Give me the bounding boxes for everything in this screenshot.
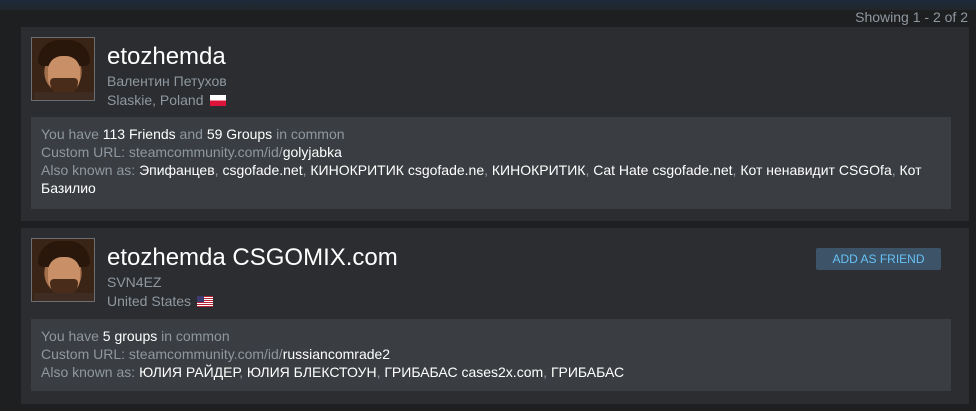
common-info-box: You have 113 Friends and 59 Groups in co…	[31, 117, 951, 209]
common-info-box: You have 5 groups in common Custom URL: …	[31, 319, 951, 391]
location-text: Slaskie, Poland	[107, 92, 204, 108]
real-name: Валентин Петухов	[107, 73, 227, 89]
persona-name[interactable]: etozhemda CSGOMIX.com	[107, 244, 398, 272]
custom-url-id: golyjabka	[282, 144, 342, 160]
us-flag-icon	[197, 295, 214, 307]
avatar[interactable]	[31, 37, 95, 101]
search-result-card: etozhemda Валентин Петухов Slaskie, Pola…	[21, 27, 969, 221]
search-result-card: etozhemda CSGOMIX.com SVN4EZ United Stat…	[21, 228, 969, 404]
real-name: SVN4EZ	[107, 274, 162, 290]
aka-line: Also known as: ЮЛИЯ РАЙДЕР, ЮЛИЯ БЛЕКСТО…	[41, 364, 625, 380]
location-text: United States	[107, 293, 192, 309]
location: United States	[107, 293, 214, 309]
avatar[interactable]	[31, 238, 95, 302]
top-bar	[0, 0, 976, 10]
in-common-line: You have 113 Friends and 59 Groups in co…	[41, 126, 345, 142]
friends-count[interactable]: 113 Friends	[103, 126, 176, 142]
location: Slaskie, Poland	[107, 92, 226, 108]
groups-count[interactable]: 5 groups	[103, 328, 157, 344]
groups-count[interactable]: 59 Groups	[207, 126, 272, 142]
aka-line: Also known as: Эпифанцев, csgofade.net, …	[41, 162, 922, 196]
results-count: Showing 1 - 2 of 2	[855, 9, 968, 25]
pl-flag-icon	[209, 94, 226, 106]
custom-url-line: Custom URL: steamcommunity.com/id/golyja…	[41, 144, 342, 160]
custom-url-line: Custom URL: steamcommunity.com/id/russia…	[41, 346, 391, 362]
custom-url-id: russiancomrade2	[282, 346, 391, 362]
add-as-friend-button[interactable]: ADD AS FRIEND	[816, 248, 941, 270]
in-common-line: You have 5 groups in common	[41, 328, 230, 344]
persona-name[interactable]: etozhemda	[107, 43, 226, 71]
